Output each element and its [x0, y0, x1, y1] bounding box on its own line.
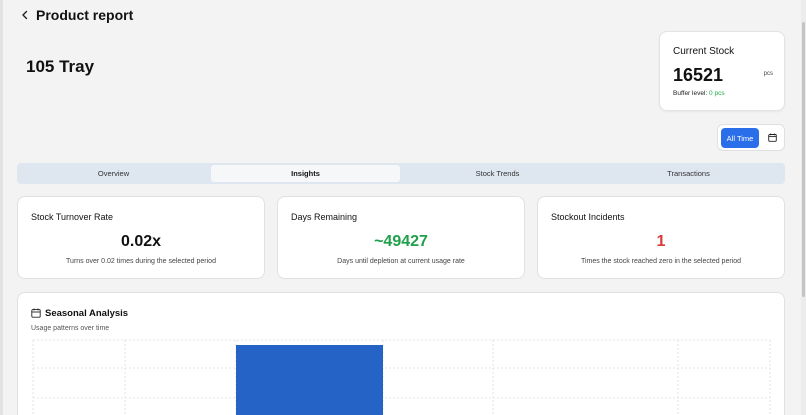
date-filter: All Time — [717, 124, 785, 151]
stockout-incidents-title: Stockout Incidents — [551, 212, 625, 222]
stock-turnover-description: Turns over 0.02 times during the selecte… — [66, 258, 216, 265]
days-remaining-description: Days until depletion at current usage ra… — [337, 258, 465, 265]
chart-grid — [32, 339, 771, 415]
scrollbar-thumb[interactable] — [802, 22, 805, 297]
current-stock-unit: pcs — [763, 71, 773, 77]
product-name: 105 Tray — [26, 57, 95, 76]
days-remaining-value: ~49427 — [374, 233, 428, 250]
back-button[interactable] — [19, 8, 31, 22]
tab-insights[interactable]: Insights — [211, 165, 400, 182]
buffer-level: Buffer level: 0 pcs — [673, 90, 725, 97]
seasonal-chart — [32, 339, 771, 415]
calendar-icon — [767, 133, 777, 142]
stock-turnover-title: Stock Turnover Rate — [31, 212, 114, 222]
chart-bars — [236, 345, 383, 415]
stock-turnover-value: 0.02x — [120, 233, 162, 250]
stockout-incidents-card: Stockout Incidents 1 Times the stock rea… — [537, 196, 785, 279]
current-stock-card: Current Stock 16521 pcs Buffer level: 0 … — [659, 31, 785, 111]
window-left-edge — [0, 0, 3, 415]
days-remaining-card: Days Remaining ~49427 Days until depleti… — [277, 196, 525, 279]
buffer-level-label: Buffer level: — [673, 90, 708, 97]
all-time-button[interactable]: All Time — [721, 128, 759, 148]
stockout-incidents-value: 1 — [656, 233, 666, 250]
tab-overview[interactable]: Overview — [19, 165, 208, 182]
days-remaining-title: Days Remaining — [291, 212, 358, 222]
tab-stock-trends[interactable]: Stock Trends — [403, 165, 592, 182]
current-stock-value: 16521 — [673, 65, 724, 85]
page-title: Product report — [36, 7, 134, 23]
current-stock-label: Current Stock — [673, 46, 735, 57]
report-tabs: Overview Insights Stock Trends Transacti… — [17, 163, 785, 184]
vertical-scrollbar[interactable] — [801, 0, 806, 415]
calendar-picker-button[interactable] — [766, 131, 778, 144]
buffer-level-value: 0 pcs — [709, 90, 725, 97]
tab-transactions[interactable]: Transactions — [594, 165, 783, 182]
stock-turnover-card: Stock Turnover Rate 0.02x Turns over 0.0… — [17, 196, 265, 279]
seasonal-analysis-card: Seasonal Analysis Usage patterns over ti… — [17, 292, 785, 415]
chevron-left-icon — [22, 10, 28, 20]
stockout-incidents-description: Times the stock reached zero in the sele… — [580, 258, 742, 265]
chart-bar — [236, 345, 383, 415]
